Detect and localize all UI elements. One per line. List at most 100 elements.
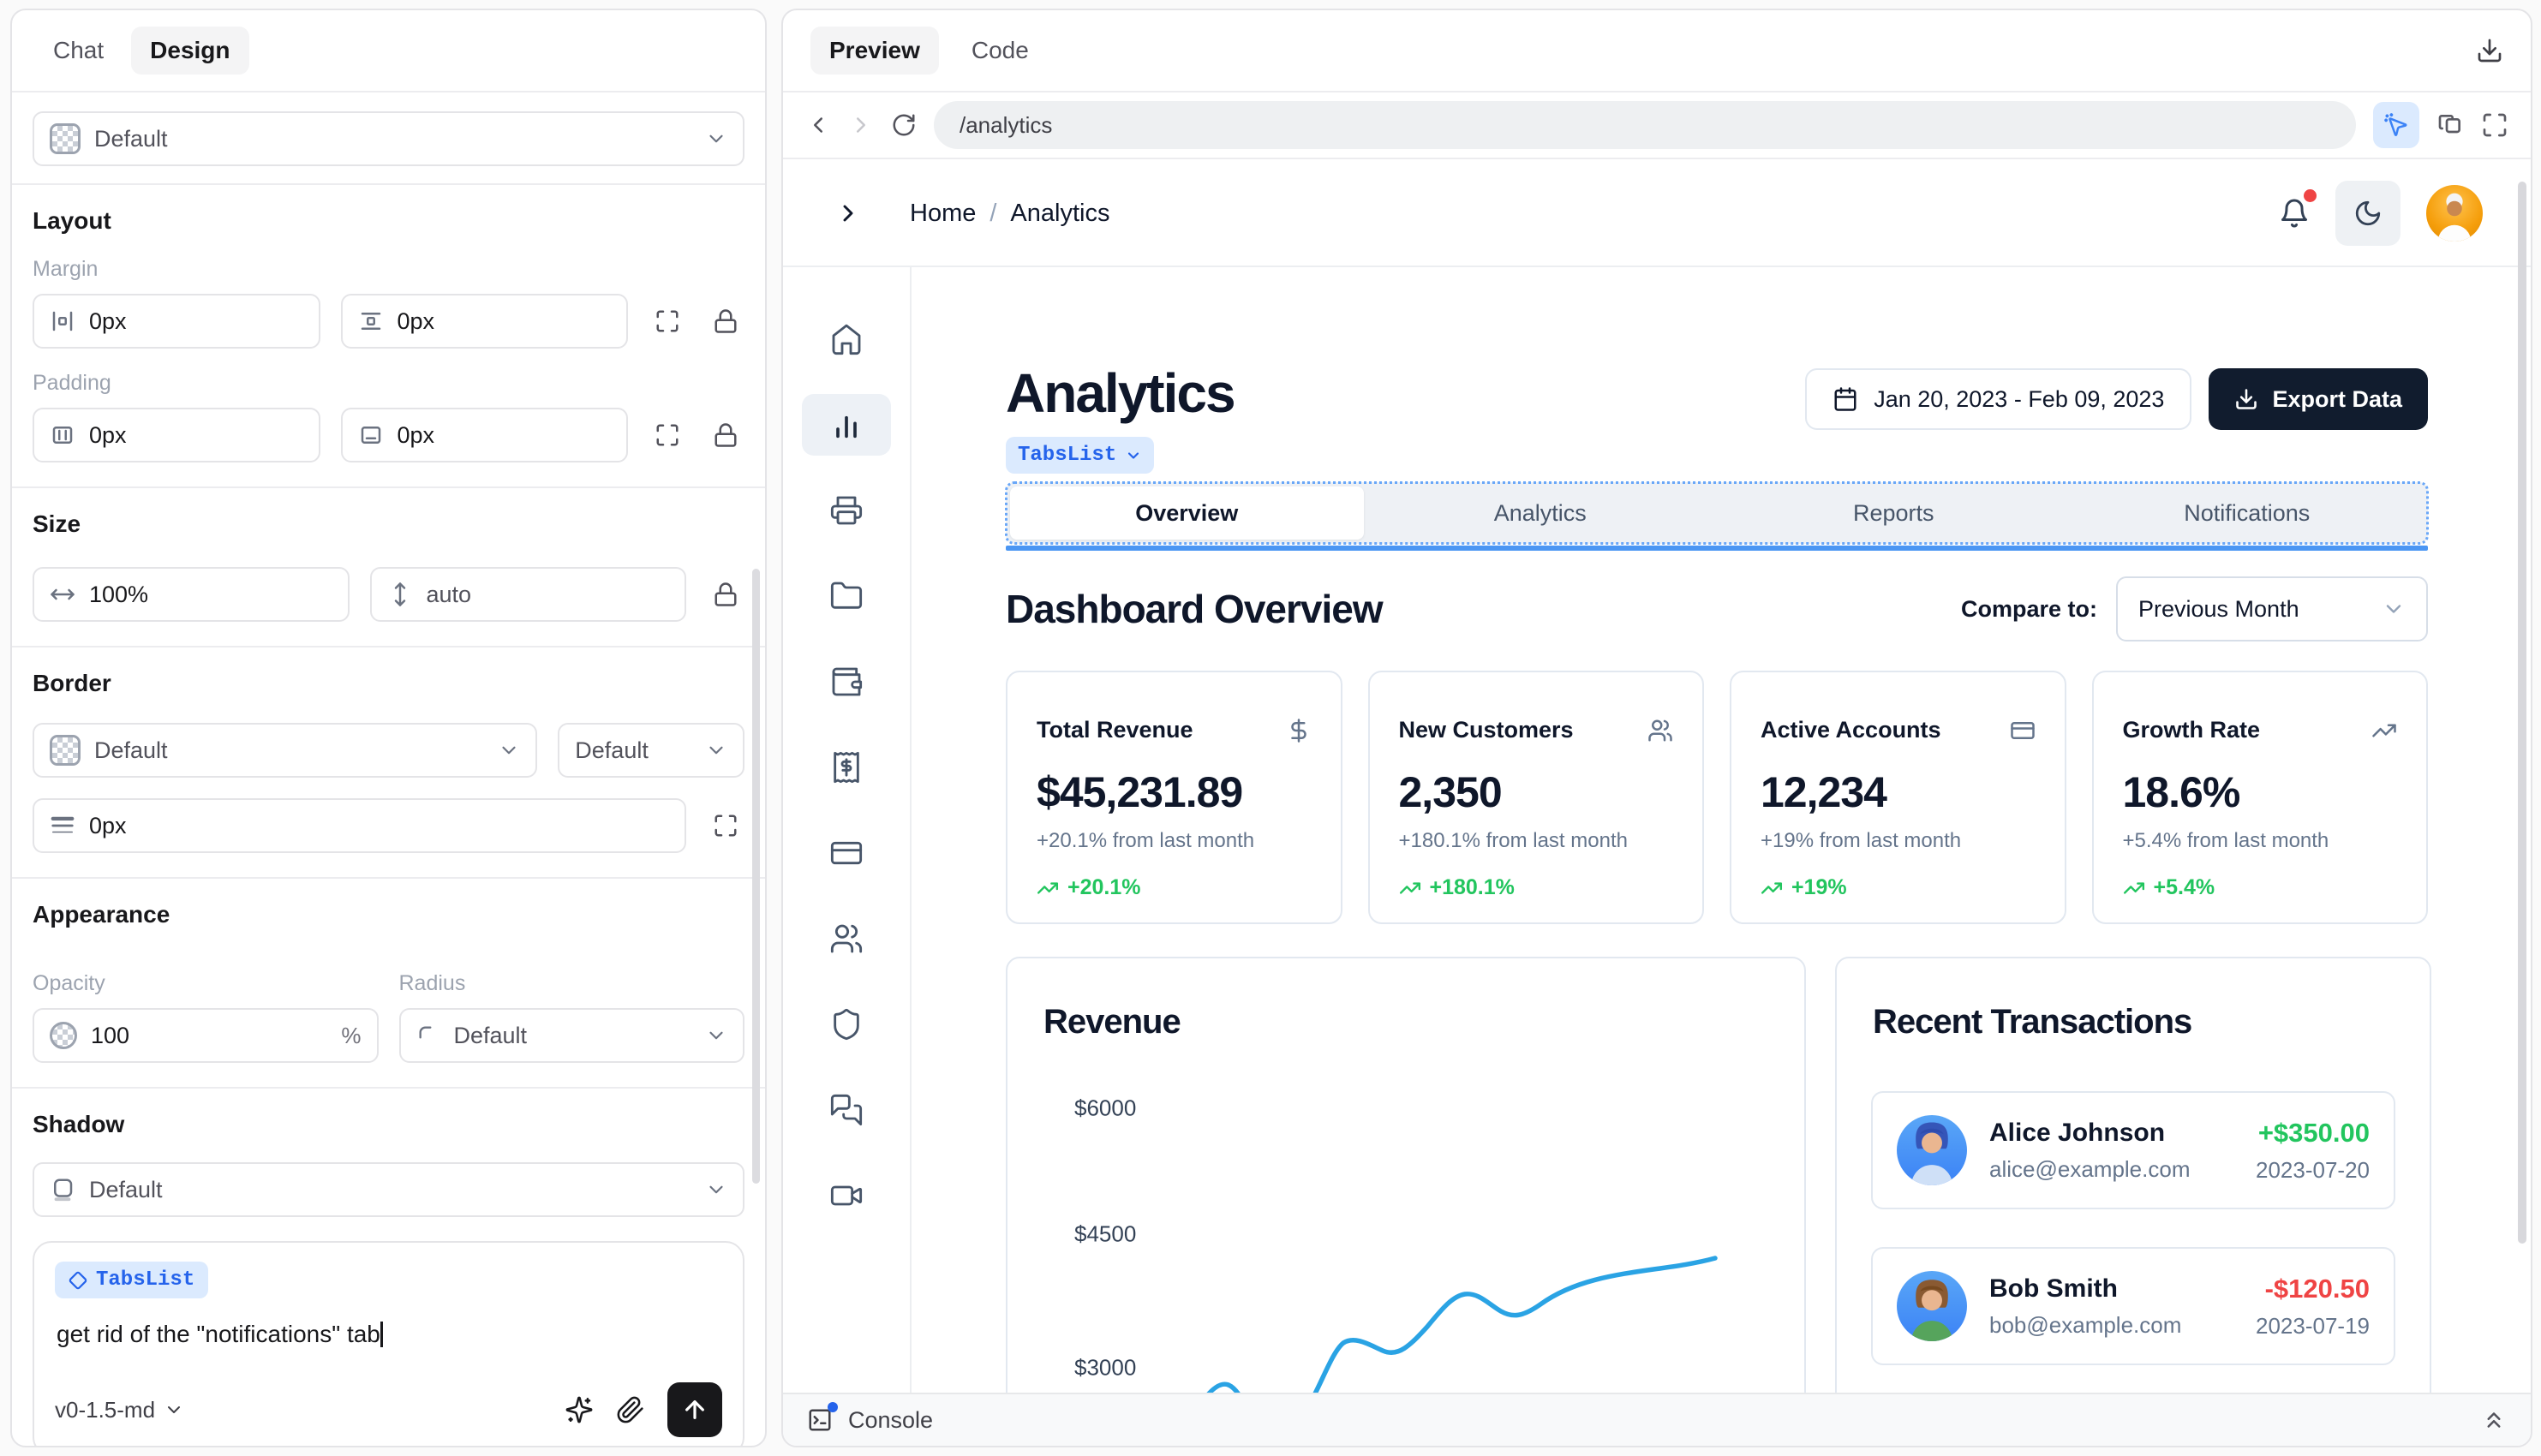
border-color-select[interactable]: Default <box>33 723 537 778</box>
tab-overview[interactable]: Overview <box>1010 486 1364 540</box>
margin-y-value: 0px <box>398 308 435 335</box>
border-expand-button[interactable] <box>707 807 744 844</box>
chevron-down-icon <box>705 1024 727 1047</box>
breadcrumb: Home / Analytics <box>910 200 1109 228</box>
sidebar-item-cards[interactable] <box>802 822 891 884</box>
back-icon[interactable] <box>805 112 831 138</box>
trending-up-icon <box>2123 877 2145 899</box>
margin-y-input[interactable]: 0px <box>341 294 629 349</box>
tab-preview[interactable]: Preview <box>810 27 939 75</box>
chevron-down-icon <box>164 1399 184 1420</box>
sidebar-item-analytics[interactable] <box>802 394 891 456</box>
notifications-button[interactable] <box>2279 198 2310 229</box>
chevrons-up-icon[interactable] <box>2481 1407 2507 1433</box>
app-sidebar <box>783 267 912 1396</box>
width-input[interactable]: 100% <box>33 567 350 622</box>
tab-code[interactable]: Code <box>953 27 1048 75</box>
users-icon <box>1647 718 1673 743</box>
shadow-title: Shadow <box>33 1111 744 1138</box>
url-input[interactable]: /analytics <box>934 101 2356 149</box>
sidebar-item-receipts[interactable] <box>802 737 891 798</box>
padding-lock-button[interactable] <box>707 416 744 454</box>
chat-composer[interactable]: TabsList get rid of the "notifications" … <box>33 1241 744 1447</box>
transactions-card: Recent Transactions Alice Johnson alice@… <box>1835 957 2431 1396</box>
border-color-value: Default <box>94 737 484 764</box>
wallet-icon <box>829 665 864 699</box>
margin-lock-button[interactable] <box>707 302 744 340</box>
user-avatar[interactable] <box>2426 185 2483 242</box>
copy-icon[interactable] <box>2436 111 2464 139</box>
sidebar-item-home[interactable] <box>802 308 891 370</box>
padding-x-value: 0px <box>89 422 127 449</box>
tab-reports[interactable]: Reports <box>1717 486 2071 540</box>
border-width-input[interactable]: 0px <box>33 798 686 853</box>
refresh-icon[interactable] <box>891 112 917 138</box>
export-data-button[interactable]: Export Data <box>2209 368 2428 430</box>
shadow-select[interactable]: Default <box>33 1162 744 1217</box>
opacity-input[interactable]: 100 % <box>33 1008 379 1063</box>
fullscreen-icon[interactable] <box>2481 111 2508 139</box>
transaction-item[interactable]: Bob Smith bob@example.com -$120.50 2023-… <box>1871 1247 2395 1365</box>
lock-icon <box>713 582 738 607</box>
element-style-select[interactable]: Default <box>33 111 744 166</box>
send-button[interactable] <box>667 1382 722 1437</box>
tab-design[interactable]: Design <box>131 27 248 75</box>
transaction-item[interactable]: Alice Johnson alice@example.com +$350.00… <box>1871 1091 2395 1209</box>
users-icon <box>829 922 864 956</box>
margin-expand-button[interactable] <box>649 302 686 340</box>
sidebar-expand-icon[interactable] <box>834 200 862 227</box>
avatar <box>1897 1115 1967 1185</box>
element-style-value: Default <box>94 126 691 152</box>
breadcrumb-home[interactable]: Home <box>910 200 976 228</box>
console-bar[interactable]: Console <box>783 1393 2531 1446</box>
trending-up-icon <box>1399 877 1421 899</box>
width-value: 100% <box>89 582 148 608</box>
download-icon[interactable] <box>2476 37 2503 64</box>
revenue-chart-card: Revenue $6000 $4500 $3000 <box>1006 957 1806 1396</box>
sidebar-item-invoices[interactable] <box>802 480 891 541</box>
radius-select[interactable]: Default <box>399 1008 745 1063</box>
border-section: Border Default Default 0px <box>12 647 765 879</box>
stat-label: Total Revenue <box>1037 717 1193 743</box>
border-style-select[interactable]: Default <box>558 723 744 778</box>
page-title: Analytics <box>1006 361 1235 425</box>
appearance-section: Appearance Opacity Radius 100 % Default <box>12 879 765 1089</box>
tab-analytics[interactable]: Analytics <box>1364 486 1718 540</box>
padding-x-input[interactable]: 0px <box>33 408 320 462</box>
date-range-button[interactable]: Jan 20, 2023 - Feb 09, 2023 <box>1805 368 2191 430</box>
sidebar-item-files[interactable] <box>802 565 891 627</box>
paperclip-icon[interactable] <box>616 1395 645 1424</box>
console-label: Console <box>848 1407 933 1434</box>
panel-scrollbar[interactable] <box>752 569 760 1184</box>
prompt-input[interactable]: get rid of the "notifications" tab <box>57 1321 720 1348</box>
inspector-toggle[interactable] <box>2373 102 2419 148</box>
padding-expand-button[interactable] <box>649 416 686 454</box>
sidebar-item-video[interactable] <box>802 1165 891 1226</box>
inspector-component-chip[interactable]: TabsList <box>1006 437 1154 474</box>
sidebar-item-customers[interactable] <box>802 908 891 970</box>
dark-mode-toggle[interactable] <box>2335 181 2400 246</box>
sidebar-item-security[interactable] <box>802 994 891 1055</box>
receipt-icon <box>829 750 864 785</box>
margin-x-input[interactable]: 0px <box>33 294 320 349</box>
tab-notifications[interactable]: Notifications <box>2071 486 2424 540</box>
transaction-email: bob@example.com <box>1989 1312 2181 1339</box>
sidebar-item-messages[interactable] <box>802 1079 891 1141</box>
model-select[interactable]: v0-1.5-md <box>55 1397 184 1423</box>
forward-icon[interactable] <box>848 112 874 138</box>
padding-y-input[interactable]: 0px <box>341 408 629 462</box>
radius-label: Radius <box>399 971 745 996</box>
trending-up-icon <box>1037 877 1059 899</box>
breadcrumb-separator: / <box>989 200 996 228</box>
sidebar-item-wallet[interactable] <box>802 651 891 713</box>
tab-chat[interactable]: Chat <box>34 27 123 75</box>
sparkles-icon[interactable] <box>565 1395 594 1424</box>
size-lock-button[interactable] <box>707 576 744 613</box>
preview-scrollbar[interactable] <box>2518 182 2526 1244</box>
lock-icon <box>713 308 738 334</box>
selected-component-chip[interactable]: TabsList <box>55 1262 208 1298</box>
height-input[interactable]: auto <box>370 567 687 622</box>
compare-select[interactable]: Previous Month <box>2116 576 2428 641</box>
dollar-icon <box>1286 718 1312 743</box>
stat-label: New Customers <box>1399 717 1574 743</box>
